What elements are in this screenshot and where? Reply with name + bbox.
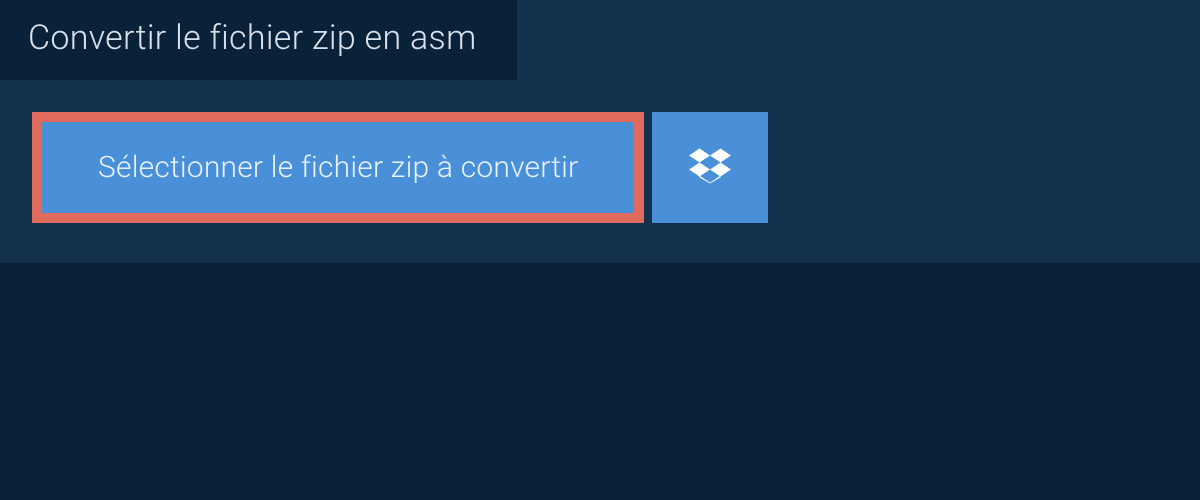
action-row: Sélectionner le fichier zip à convertir (32, 112, 1200, 223)
converter-panel: Convertir le fichier zip en asm Sélectio… (0, 0, 1200, 263)
dropbox-button[interactable] (652, 112, 768, 223)
select-file-button[interactable]: Sélectionner le fichier zip à convertir (32, 112, 644, 223)
select-file-label: Sélectionner le fichier zip à convertir (98, 150, 578, 185)
page-title: Convertir le fichier zip en asm (0, 0, 517, 80)
dropbox-icon (689, 145, 731, 191)
